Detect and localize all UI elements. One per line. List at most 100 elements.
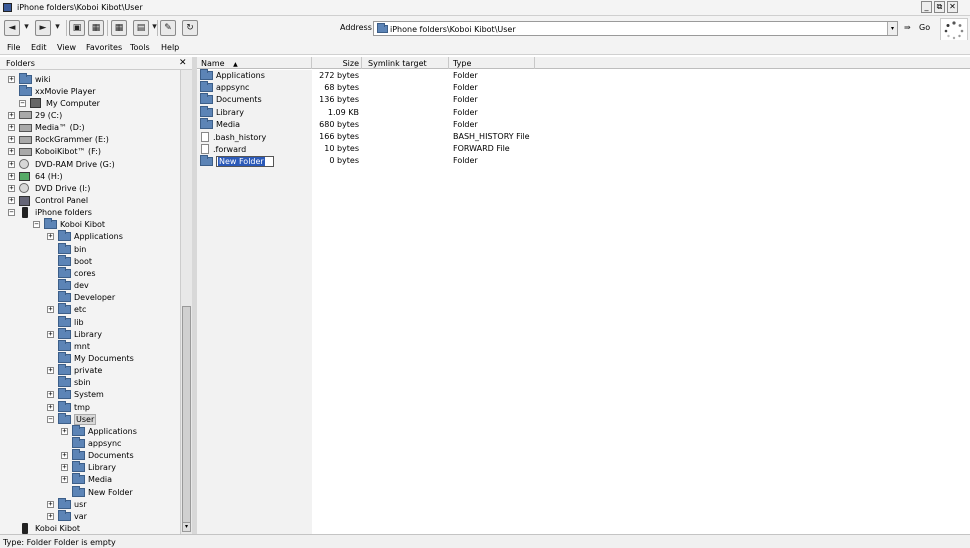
file-row[interactable]: Media 680 bytes Folder [197,117,970,131]
tree-item[interactable]: New Folder [61,485,133,498]
tree-item[interactable]: boot [47,254,92,267]
menu-favorites[interactable]: Favorites [86,43,122,52]
folders-toggle-button[interactable]: ▦ [88,20,104,36]
expand-icon[interactable]: + [8,148,15,156]
file-row[interactable]: New Folder 0 bytes Folder [197,155,970,168]
tree-item[interactable]: + var [47,509,87,522]
tree-item[interactable]: + Library [47,327,102,340]
forward-dropdown-icon[interactable]: ▾ [53,20,62,36]
tree-item[interactable]: appsync [61,437,121,450]
expand-icon[interactable]: + [47,367,54,375]
collapse-icon[interactable]: − [8,209,15,217]
expand-icon[interactable]: + [47,403,54,411]
minimize-button[interactable]: _ [921,1,932,13]
expand-icon[interactable]: + [47,233,54,241]
expand-icon[interactable]: + [47,330,54,338]
tree-item[interactable]: +64 (H:) [8,170,63,182]
go-button[interactable]: Go [919,23,930,32]
menu-view[interactable]: View [57,43,76,52]
refresh-button[interactable]: ↻ [182,20,198,36]
column-header-type[interactable]: Type [449,57,535,69]
tree-item[interactable]: + DVD-RAM Drive (G:) [8,158,115,170]
address-bar[interactable]: iPhone folders\Koboi Kibot\User ▾ [373,21,898,36]
tree-item[interactable]: mnt [47,339,90,352]
tree-item[interactable]: − Koboi Kibot [33,218,105,231]
expand-icon[interactable]: + [47,306,54,314]
column-header-symlink[interactable]: Symlink target [362,57,449,69]
tree-item[interactable]: + Media [61,473,112,486]
tree-item[interactable]: − iPhone folders [8,207,92,219]
scroll-down-icon[interactable]: ▾ [182,522,191,532]
tree-item[interactable]: + Applications [61,424,137,437]
close-button[interactable]: ✕ [947,1,958,13]
file-row[interactable]: Library 1.09 KB Folder [197,105,970,119]
collapse-icon[interactable]: − [47,415,54,423]
restore-button[interactable]: ⧉ [934,1,945,13]
expand-icon[interactable]: + [8,160,15,168]
expand-icon[interactable]: + [8,124,15,132]
tree-item[interactable]: My Documents [47,351,134,364]
file-row[interactable]: Documents 136 bytes Folder [197,93,970,106]
tree-item[interactable]: Developer [47,291,115,304]
expand-icon[interactable]: + [61,427,68,435]
expand-icon[interactable]: + [61,464,68,472]
collapse-icon[interactable]: − [19,99,26,107]
column-header-size[interactable]: Size [312,57,362,69]
tree-item[interactable]: − User [47,412,97,425]
expand-icon[interactable]: + [47,391,54,399]
expand-icon[interactable]: + [47,512,54,520]
tree-item[interactable]: + Media™ (D:) [8,122,85,134]
file-row[interactable]: Applications 272 bytes Folder [197,69,970,82]
address-dropdown-icon[interactable]: ▾ [887,22,897,35]
tree-item[interactable]: cores [47,266,96,279]
expand-icon[interactable]: + [47,500,54,508]
close-pane-icon[interactable]: ✕ [179,58,187,68]
tree-item[interactable]: sbin [47,376,91,389]
tree-item[interactable]: + tmp [47,400,90,413]
tree-item[interactable]: Koboi Kibot [8,523,80,534]
tree-item[interactable]: + DVD Drive (I:) [8,182,90,194]
expand-icon[interactable]: + [8,184,15,192]
address-input[interactable]: iPhone folders\Koboi Kibot\User [390,25,516,34]
view-mode-button[interactable]: ▦ [111,20,127,36]
expand-icon[interactable]: + [61,476,68,484]
expand-icon[interactable]: + [8,197,15,204]
collapse-icon[interactable]: − [33,221,40,229]
file-row[interactable]: appsync 68 bytes Folder [197,81,970,94]
views-button[interactable]: ▤ [133,20,149,36]
tree-item[interactable]: + KoboiKibot™ (F:) [8,146,101,158]
tree-item[interactable]: + etc [47,303,86,316]
menu-tools[interactable]: Tools [130,43,150,52]
folder-tree-scrollbar[interactable]: ▾ [180,70,192,534]
expand-icon[interactable]: + [61,452,68,460]
tree-item[interactable]: lib [47,315,84,328]
menu-help[interactable]: Help [161,43,179,52]
tree-item[interactable]: + wiki [8,72,51,85]
expand-icon[interactable]: + [8,172,15,180]
column-header-name[interactable]: Name ▲ [197,57,312,69]
up-folder-button[interactable]: ▣ [69,20,85,36]
tree-item[interactable]: − My Computer [19,97,100,109]
file-row[interactable]: .bash_history 166 bytes BASH_HISTORY File [197,131,970,143]
expand-icon[interactable]: + [8,111,15,119]
tree-item[interactable]: + RockGrammer (E:) [8,134,109,146]
tree-item[interactable]: + Applications [47,230,123,243]
tree-item[interactable]: bin [47,242,86,255]
tree-item[interactable]: +29 (C:) [8,109,62,121]
tree-item[interactable]: + Control Panel [8,195,88,207]
properties-button[interactable]: ✎ [160,20,176,36]
tree-item[interactable]: dev [47,279,89,292]
back-button[interactable]: ◄ [4,20,20,36]
tree-item[interactable]: xxMovie Player [8,84,96,97]
go-arrow-icon[interactable]: ⇛ [904,23,911,32]
tree-item[interactable]: + Documents [61,449,134,462]
back-dropdown-icon[interactable]: ▾ [22,20,31,36]
scrollbar-thumb[interactable] [182,306,191,524]
forward-button[interactable]: ► [35,20,51,36]
file-row[interactable]: .forward 10 bytes FORWARD File [197,143,970,155]
tree-item[interactable]: + Library [61,461,116,474]
menu-file[interactable]: File [7,43,20,52]
tree-item[interactable]: + usr [47,497,87,510]
expand-icon[interactable]: + [8,136,15,144]
tree-item[interactable]: + System [47,388,104,401]
